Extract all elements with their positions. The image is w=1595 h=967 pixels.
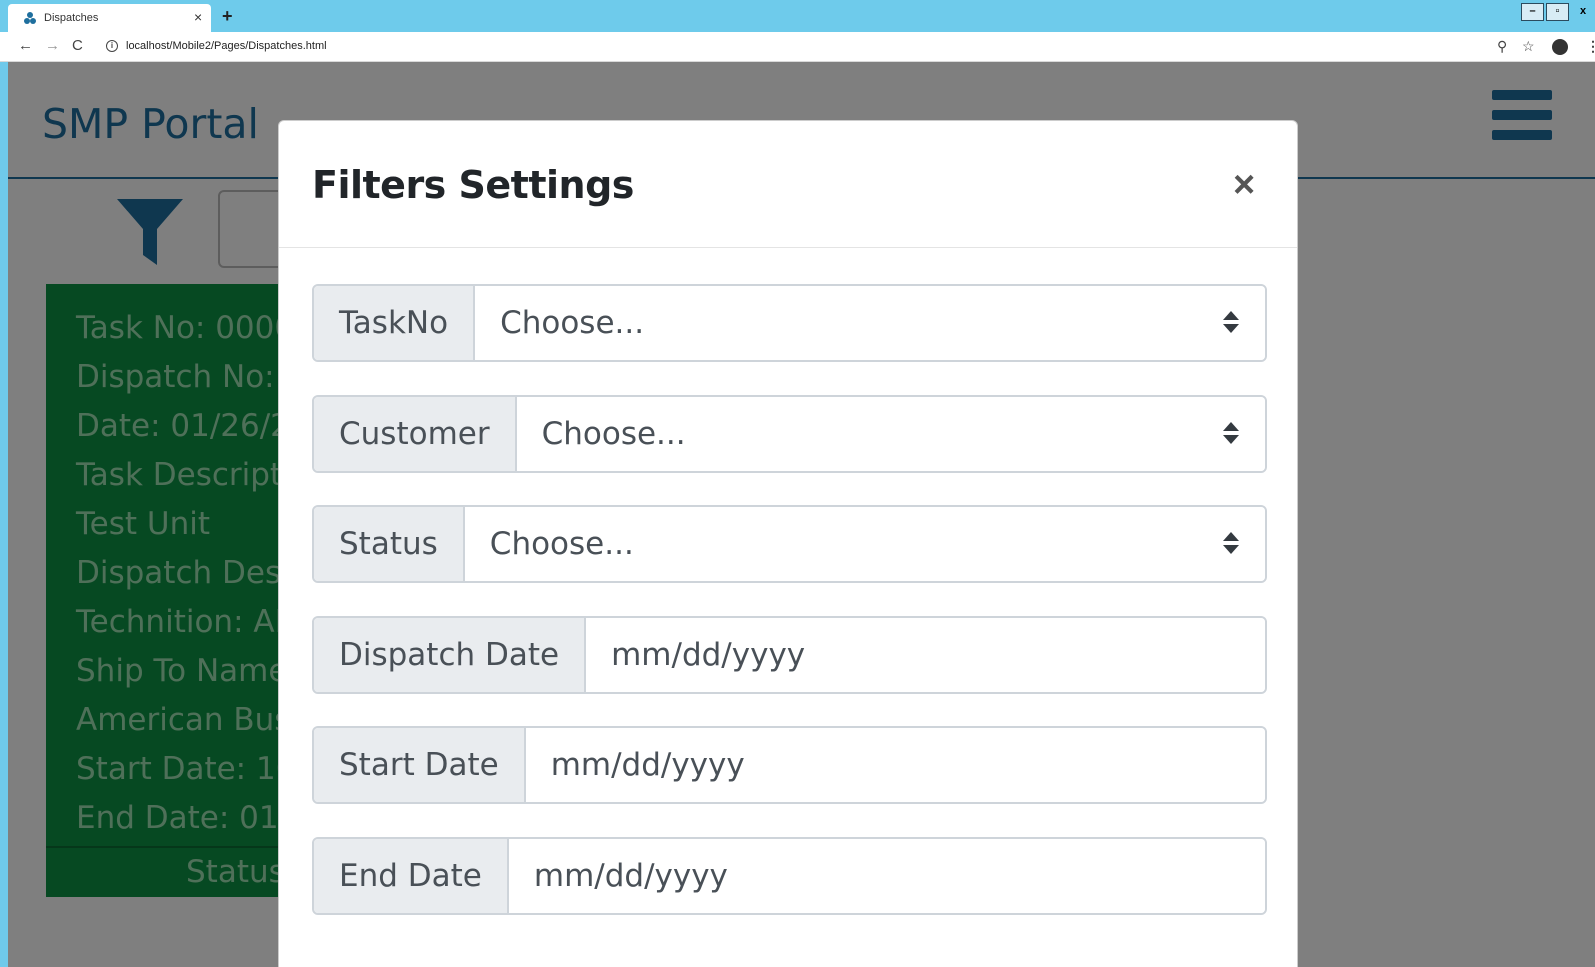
modal-header: Filters Settings × xyxy=(279,121,1297,248)
address-bar[interactable]: localhost/Mobile2/Pages/Dispatches.html xyxy=(126,40,327,52)
app-favicon-icon xyxy=(24,12,36,24)
account-icon[interactable] xyxy=(1552,39,1568,55)
browser-toolbar: ← → C i localhost/Mobile2/Pages/Dispatch… xyxy=(0,32,1595,62)
filter-field-taskno: TaskNo Choose... xyxy=(312,284,1267,362)
select-value: Choose... xyxy=(489,526,634,563)
filter-field-status: Status Choose... xyxy=(312,505,1267,584)
forward-arrow-icon[interactable]: → xyxy=(45,38,60,54)
date-placeholder: mm/dd/yyyy xyxy=(611,636,806,673)
dispatch-date-input[interactable]: mm/dd/yyyy xyxy=(586,617,1265,692)
page-viewport: SMP Portal Task No: 0000Dispatch No: 0Da… xyxy=(8,62,1595,967)
customer-select[interactable]: Choose... xyxy=(516,396,1265,471)
window-minimize-button[interactable]: – xyxy=(1521,3,1544,21)
browser-tab[interactable]: Dispatches × xyxy=(8,4,211,32)
filter-field-customer: Customer Choose... xyxy=(312,394,1267,473)
field-label: End Date xyxy=(314,839,509,913)
window-restore-button[interactable]: ▫ xyxy=(1546,3,1569,21)
browser-menu-icon[interactable]: ⋮ xyxy=(1586,38,1595,54)
modal-title: Filters Settings xyxy=(312,163,634,207)
window-close-button[interactable]: x xyxy=(1571,3,1595,21)
tab-close-icon[interactable]: × xyxy=(194,9,202,25)
date-placeholder: mm/dd/yyyy xyxy=(550,747,745,784)
filter-field-start-date: Start Date mm/dd/yyyy xyxy=(312,726,1267,805)
field-label: Status xyxy=(314,507,465,582)
site-info-icon[interactable]: i xyxy=(106,40,118,52)
bookmark-star-icon[interactable]: ☆ xyxy=(1522,38,1535,54)
select-arrows-icon xyxy=(1223,311,1239,333)
filter-field-end-date: End Date mm/dd/yyyy xyxy=(312,837,1267,915)
date-placeholder: mm/dd/yyyy xyxy=(533,858,728,894)
tab-title: Dispatches xyxy=(44,12,99,24)
close-icon[interactable]: × xyxy=(1233,165,1255,205)
field-label: TaskNo xyxy=(314,286,476,360)
filters-modal: Filters Settings × TaskNo Choose... Custom… xyxy=(278,120,1298,967)
new-tab-button[interactable]: + xyxy=(222,7,233,25)
end-date-input[interactable]: mm/dd/yyyy xyxy=(508,839,1265,913)
field-label: Dispatch Date xyxy=(314,617,587,692)
status-select[interactable]: Choose... xyxy=(464,507,1265,582)
back-arrow-icon[interactable]: ← xyxy=(18,38,33,54)
reload-icon[interactable]: C xyxy=(72,38,83,54)
select-arrows-icon xyxy=(1223,532,1239,555)
browser-tab-strip: Dispatches × + – ▫ x xyxy=(0,0,1595,32)
start-date-input[interactable]: mm/dd/yyyy xyxy=(525,728,1265,803)
taskno-select[interactable]: Choose... xyxy=(475,286,1265,360)
select-value: Choose... xyxy=(500,305,645,341)
field-label: Customer xyxy=(314,396,517,471)
zoom-icon[interactable]: ⚲ xyxy=(1497,38,1507,54)
field-label: Start Date xyxy=(314,728,526,803)
select-arrows-icon xyxy=(1223,421,1239,444)
filter-field-dispatch-date: Dispatch Date mm/dd/yyyy xyxy=(312,615,1267,694)
select-value: Choose... xyxy=(541,415,686,452)
